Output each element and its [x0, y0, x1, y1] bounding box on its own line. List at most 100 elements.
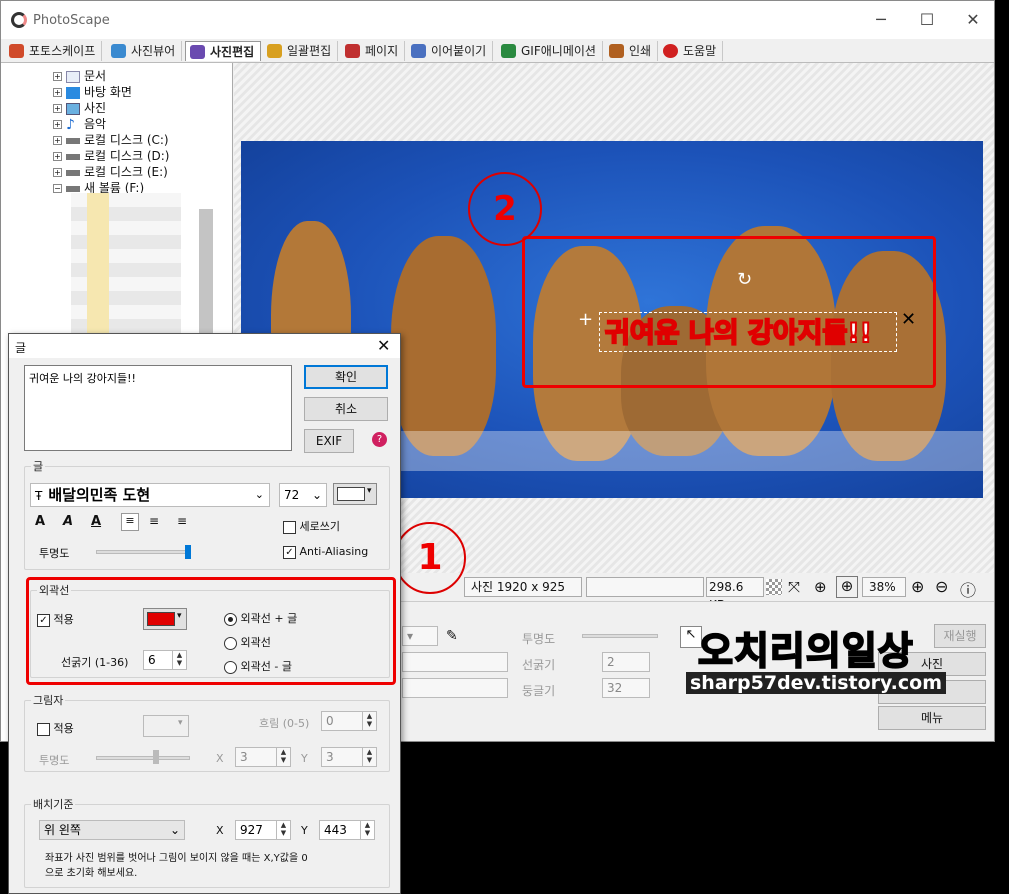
- tab-viewer[interactable]: 사진뷰어: [107, 41, 183, 61]
- thickness-field[interactable]: 2: [602, 652, 650, 672]
- outline-color-swatch: [147, 612, 175, 626]
- zoom-out-icon[interactable]: ⊖: [935, 577, 948, 596]
- info-icon[interactable]: ⓘ: [960, 577, 976, 601]
- tab-combine[interactable]: 이어붙이기: [407, 41, 494, 61]
- shadow-y-field[interactable]: 3 ▲ ▼: [321, 747, 377, 767]
- shadow-apply-label: 적용: [53, 722, 74, 735]
- shadow-blur-value: 0: [326, 714, 334, 728]
- round-field[interactable]: 32: [602, 678, 650, 698]
- color-dropdown[interactable]: ▾: [402, 626, 438, 646]
- drive-icon: [66, 153, 80, 160]
- shadow-color-picker[interactable]: ▾: [143, 715, 189, 737]
- tab-editor[interactable]: 사진편집: [185, 41, 262, 61]
- outline-option-1[interactable]: 외곽선 + 글: [224, 610, 297, 626]
- outline-option-2[interactable]: 외곽선: [224, 634, 271, 650]
- tree-item-label: 바탕 화면: [84, 85, 132, 99]
- combine-tab-icon: [411, 44, 426, 58]
- font-select[interactable]: Ŧ 배달의민족 도현 ⌄: [30, 483, 270, 507]
- shadow-blur-field[interactable]: 0 ▲ ▼: [321, 711, 377, 731]
- style-dropdown[interactable]: [402, 652, 508, 672]
- outline-radio-3[interactable]: [224, 660, 237, 674]
- antialias-option[interactable]: ✓ Anti-Aliasing: [283, 545, 368, 559]
- tab-help[interactable]: 도움말: [659, 41, 724, 61]
- main-tab-bar: 포토스케이프 사진뷰어 사진편집 일괄편집 페이지 이어붙이기 GIF애니메이션…: [1, 39, 994, 63]
- tab-photoscape[interactable]: 포토스케이프: [5, 41, 103, 61]
- outline-thickness-value: 6: [148, 653, 156, 667]
- outline-apply-option[interactable]: ✓ 적용: [37, 611, 74, 627]
- shadow-opacity-thumb[interactable]: [153, 750, 159, 764]
- close-button[interactable]: ✕: [950, 7, 996, 33]
- dialog-close-icon[interactable]: ✕: [377, 336, 390, 355]
- style-dropdown-2[interactable]: [402, 678, 508, 698]
- font-color-picker[interactable]: ▾: [333, 483, 377, 505]
- font-opacity-thumb[interactable]: [185, 545, 191, 559]
- stepper-icon[interactable]: ▲ ▼: [360, 821, 374, 839]
- tree-item-pictures[interactable]: + 사진: [53, 100, 106, 116]
- align-left-icon[interactable]: ≡: [121, 513, 139, 531]
- text-input[interactable]: [24, 365, 292, 451]
- bold-icon[interactable]: A: [35, 514, 45, 529]
- outline-radio-1[interactable]: [224, 612, 237, 626]
- tab-gif[interactable]: GIF애니메이션: [497, 41, 603, 61]
- annotation-circle-2: 2: [468, 172, 542, 246]
- outline-color-picker[interactable]: ▾: [143, 608, 187, 630]
- zoom-fit-icon[interactable]: ⊕: [836, 576, 858, 598]
- eyedropper-icon[interactable]: ✎: [446, 628, 458, 644]
- tree-item-drive-d[interactable]: + 로컬 디스크 (D:): [53, 148, 169, 164]
- exif-button[interactable]: EXIF: [304, 429, 354, 453]
- ok-button[interactable]: 확인: [304, 365, 388, 389]
- outline-radio-2[interactable]: [224, 636, 237, 650]
- cancel-button[interactable]: 취소: [304, 397, 388, 421]
- rerun-button[interactable]: 재실행: [934, 624, 986, 648]
- maximize-button[interactable]: ☐: [904, 7, 950, 33]
- position-select[interactable]: 위 왼쪽 ⌄: [39, 820, 185, 840]
- outline-thickness-field[interactable]: 6 ▲ ▼: [143, 650, 187, 670]
- photoscape-tab-icon: [9, 44, 24, 58]
- align-right-icon[interactable]: ≡: [177, 514, 187, 528]
- transparency-icon[interactable]: [766, 579, 782, 595]
- underline-icon[interactable]: A: [91, 514, 101, 529]
- font-size-select[interactable]: 72 ⌄: [279, 483, 327, 507]
- pos-y-field[interactable]: 443 ▲ ▼: [319, 820, 375, 840]
- font-size-value: 72: [284, 488, 300, 502]
- outline-option-3[interactable]: 외곽선 - 글: [224, 658, 292, 674]
- pos-y-label: Y: [301, 824, 308, 837]
- zoom-in-icon[interactable]: ⊕: [911, 577, 924, 596]
- minimize-button[interactable]: ─: [858, 7, 904, 33]
- tab-batch[interactable]: 일괄편집: [263, 41, 339, 61]
- outline-thickness-label: 선굵기 (1-36): [61, 656, 129, 669]
- shadow-apply-option[interactable]: 적용: [37, 720, 74, 736]
- help-icon[interactable]: ?: [372, 432, 387, 447]
- italic-icon[interactable]: A: [63, 514, 73, 529]
- shadow-apply-checkbox[interactable]: [37, 722, 50, 736]
- opacity-slider[interactable]: [582, 634, 658, 638]
- tree-item-drive-c[interactable]: + 로컬 디스크 (C:): [53, 132, 169, 148]
- actual-size-icon[interactable]: ⊕: [814, 578, 827, 596]
- tree-item-music[interactable]: + ♪ 음악: [53, 116, 106, 132]
- antialias-checkbox[interactable]: ✓: [283, 545, 296, 559]
- vertical-writing-option[interactable]: 세로쓰기: [283, 518, 340, 534]
- stepper-icon[interactable]: ▲ ▼: [276, 821, 290, 839]
- fit-icon[interactable]: ⤧: [788, 578, 800, 596]
- shadow-x-value: 3: [240, 750, 248, 764]
- stepper-icon[interactable]: ▲ ▼: [172, 651, 186, 669]
- pos-x-field[interactable]: 927 ▲ ▼: [235, 820, 291, 840]
- tab-print[interactable]: 인쇄: [605, 41, 659, 61]
- shadow-x-field[interactable]: 3 ▲ ▼: [235, 747, 291, 767]
- tree-item-label: 음악: [84, 117, 107, 131]
- tree-item-desktop[interactable]: + 바탕 화면: [53, 84, 132, 100]
- tab-label: 페이지: [365, 44, 399, 58]
- stepper-icon[interactable]: ▲ ▼: [276, 748, 290, 766]
- outline-apply-checkbox[interactable]: ✓: [37, 613, 50, 627]
- shadow-opacity-slider[interactable]: [96, 756, 190, 760]
- align-center-icon[interactable]: ≡: [149, 514, 159, 528]
- font-opacity-slider[interactable]: [96, 550, 190, 554]
- vertical-checkbox[interactable]: [283, 520, 296, 534]
- menu-button[interactable]: 메뉴: [878, 706, 986, 730]
- tree-item-documents[interactable]: + 문서: [53, 68, 106, 84]
- drive-icon: [66, 185, 80, 192]
- tree-item-drive-e[interactable]: + 로컬 디스크 (E:): [53, 164, 168, 180]
- tab-page[interactable]: 페이지: [341, 41, 406, 61]
- stepper-icon[interactable]: ▲ ▼: [362, 712, 376, 730]
- stepper-icon[interactable]: ▲ ▼: [362, 748, 376, 766]
